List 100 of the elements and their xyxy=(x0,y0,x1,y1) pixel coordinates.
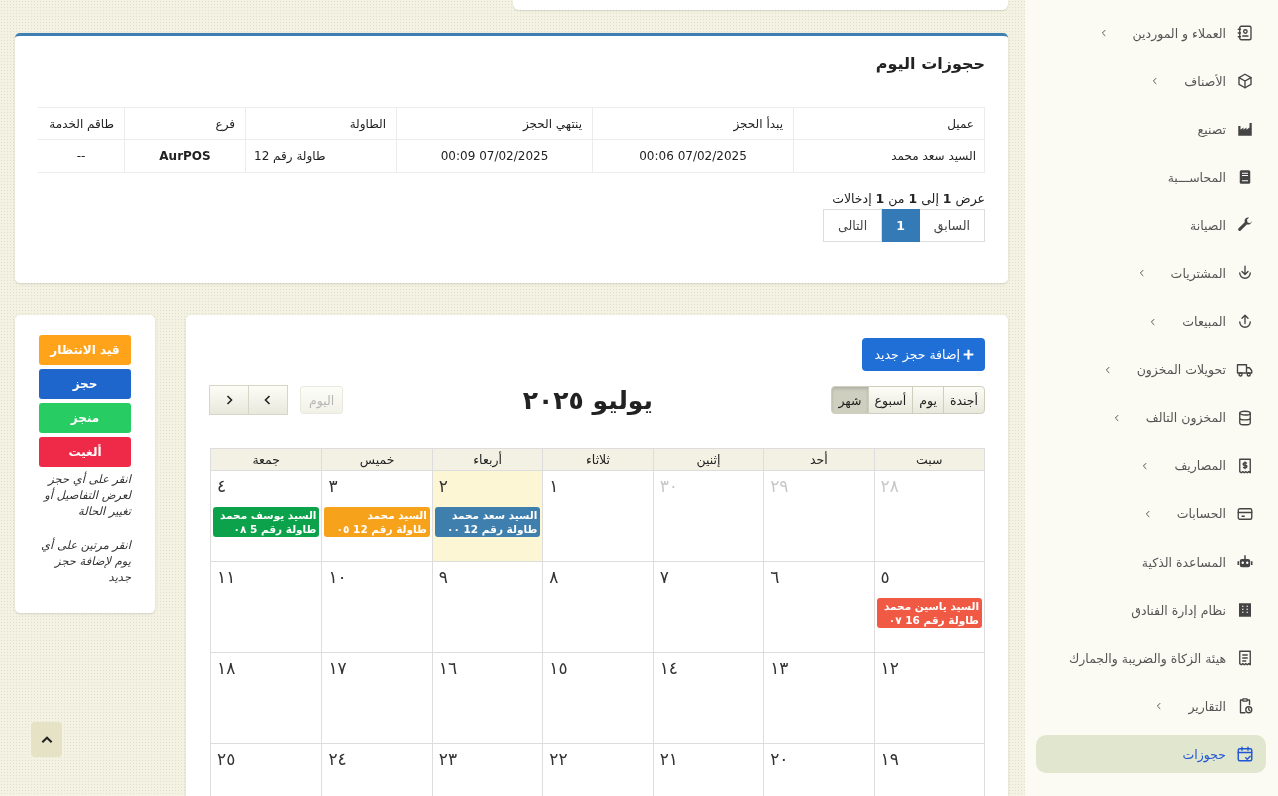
booking-event[interactable]: السيد سعد محمد طاولة رقم 12 ٠٠ xyxy=(434,507,541,537)
day-cell[interactable]: ٢٠ xyxy=(763,743,874,796)
column-header: الطاولة xyxy=(245,107,397,140)
plus-icon xyxy=(962,348,975,361)
view-button[interactable]: شهر xyxy=(831,386,869,414)
contact-card-icon xyxy=(1236,24,1254,42)
day-cell[interactable]: ٩ xyxy=(431,561,543,652)
day-cell[interactable]: ١٩ xyxy=(873,743,984,796)
dollar-receipt-icon xyxy=(1236,456,1254,475)
sidebar-item[interactable]: تحويلات المخزون xyxy=(1036,350,1266,389)
day-cell[interactable]: ٢٤ xyxy=(321,743,432,796)
sidebar-item[interactable]: حجوزات xyxy=(1036,735,1266,774)
day-number: ٤ xyxy=(216,475,228,497)
day-number: ٧ xyxy=(658,566,670,588)
sidebar-item[interactable]: هيئة الزكاة والضريبة والجمارك xyxy=(1036,639,1266,678)
day-cell[interactable]: ١٦ xyxy=(431,652,543,743)
sidebar-item[interactable]: الحسابات xyxy=(1036,494,1266,533)
day-cell[interactable]: ١٧ xyxy=(321,652,432,743)
day-number: ١ xyxy=(548,475,560,497)
day-cell[interactable]: ١٢ xyxy=(873,652,984,743)
day-cell[interactable]: ٥ السيد ياسين محمد طاولة رقم 16 ٠٧ xyxy=(873,561,984,652)
pagination-button[interactable]: 1 xyxy=(881,209,920,242)
factory-icon xyxy=(1236,120,1254,139)
day-number: ٩ xyxy=(437,566,449,588)
day-cell[interactable]: ٢٥ xyxy=(211,743,322,796)
view-button[interactable]: أسبوع xyxy=(867,386,914,414)
status-badge: حجز xyxy=(39,369,131,399)
sidebar-item[interactable]: الأصناف xyxy=(1036,62,1266,101)
sidebar-item[interactable]: الصيانة xyxy=(1036,206,1266,245)
add-booking-button[interactable]: إضافة حجز جديد xyxy=(862,338,985,371)
weekday-header: جمعة xyxy=(211,449,322,470)
day-number: ٢٣ xyxy=(437,748,459,770)
day-cell[interactable]: ٣ السيد محمد طاولة رقم 12 ٠٥ xyxy=(321,470,432,561)
help-text: انقر مرتين على أي يوم لإضافة حجز جديد xyxy=(40,537,131,585)
day-cell[interactable]: ١٥ xyxy=(542,652,653,743)
table-cell: السيد سعد محمد xyxy=(793,139,985,173)
weekday-header: سبت xyxy=(873,449,984,470)
building-icon xyxy=(1236,601,1254,620)
sidebar-item[interactable]: العملاء و الموردين xyxy=(1036,14,1266,52)
day-number: ١٥ xyxy=(548,657,569,679)
column-header: يبدأ الحجز xyxy=(592,107,794,140)
month-title: يوليو ٢٠٢٥ xyxy=(521,385,654,415)
column-header: طاقم الخدمة xyxy=(38,107,125,140)
next-button[interactable] xyxy=(209,385,249,415)
column-header: فرع xyxy=(124,107,246,140)
day-number: ١٣ xyxy=(769,657,790,679)
sidebar-item[interactable]: المشتريات xyxy=(1036,254,1266,293)
sidebar-item[interactable]: المبيعات xyxy=(1036,302,1266,341)
day-number: ٨ xyxy=(548,566,560,588)
day-number: ١١ xyxy=(216,566,237,588)
day-number: ٢١ xyxy=(658,748,679,770)
sidebar-item[interactable]: المساعدة الذكية xyxy=(1036,543,1266,582)
day-cell[interactable]: ١٣ xyxy=(763,652,874,743)
sidebar-item[interactable]: المخزون التالف xyxy=(1036,398,1266,437)
day-cell[interactable]: ٨ xyxy=(542,561,653,652)
sidebar-item[interactable]: تصنيع xyxy=(1036,110,1266,149)
day-cell[interactable]: ٢٢ xyxy=(542,743,653,796)
previous-button[interactable] xyxy=(248,385,288,415)
table-cell: 07/02/2025 00:09 xyxy=(396,139,593,173)
day-number: ١٦ xyxy=(437,657,459,679)
card-title: حجوزات اليوم xyxy=(874,54,985,73)
sidebar-item[interactable]: نظام إدارة الفنادق xyxy=(1036,591,1266,630)
pagination-button[interactable]: التالى xyxy=(823,209,883,242)
weekday-header: أحد xyxy=(763,449,874,470)
help-text: انقر على أي حجز لعرض التفاصيل أو تغيير الحالة xyxy=(42,471,131,519)
database-icon xyxy=(1236,408,1254,427)
day-cell[interactable]: ١٤ xyxy=(652,652,764,743)
day-cell[interactable]: ١١ xyxy=(211,561,322,652)
receipt-icon xyxy=(1236,649,1254,668)
scroll-top-button[interactable] xyxy=(31,722,62,757)
sidebar-item[interactable]: المصاريف xyxy=(1036,446,1266,485)
pagination-button[interactable]: السابق xyxy=(918,209,985,242)
day-cell[interactable]: ٢١ xyxy=(652,743,764,796)
day-number: ١٧ xyxy=(327,657,348,679)
view-button[interactable]: يوم xyxy=(912,386,944,414)
weekday-header: خميس xyxy=(321,449,432,470)
day-cell[interactable]: ١٨ xyxy=(211,652,322,743)
status-badge: قيد الانتظار xyxy=(39,335,131,365)
day-number: ١٢ xyxy=(879,657,900,679)
day-number: ٦ xyxy=(769,566,781,588)
weekday-header: إثنين xyxy=(652,449,764,470)
day-number: ١٤ xyxy=(658,657,679,679)
column-header: ينتهي الحجز xyxy=(396,107,593,140)
table-cell: طاولة رقم 12 xyxy=(245,139,397,173)
day-cell[interactable]: ١٠ xyxy=(321,561,432,652)
day-cell[interactable]: ٤ السيد يوسف محمد طاولة رقم 5 ٠٨ xyxy=(211,470,322,561)
table-cell: 07/02/2025 00:06 xyxy=(592,139,794,173)
calendar-check-icon xyxy=(1236,745,1254,764)
sidebar-item[interactable]: المحاســـبة xyxy=(1036,158,1266,197)
day-cell[interactable]: ٢٣ xyxy=(431,743,543,796)
day-number: ٢٥ xyxy=(216,748,237,770)
today-cell[interactable]: ٢ السيد سعد محمد طاولة رقم 12 ٠٠ xyxy=(431,470,543,561)
weekday-header: أربعاء xyxy=(431,449,543,470)
day-cell[interactable]: ٧ xyxy=(652,561,764,652)
table-cell: AurPOS xyxy=(124,139,246,173)
day-cell[interactable]: ٦ xyxy=(763,561,874,652)
sidebar-item[interactable]: التقارير xyxy=(1036,687,1266,726)
upload-icon xyxy=(1236,312,1254,331)
day-number: ٢٢ xyxy=(548,748,569,770)
view-button[interactable]: أجندة xyxy=(942,386,985,414)
